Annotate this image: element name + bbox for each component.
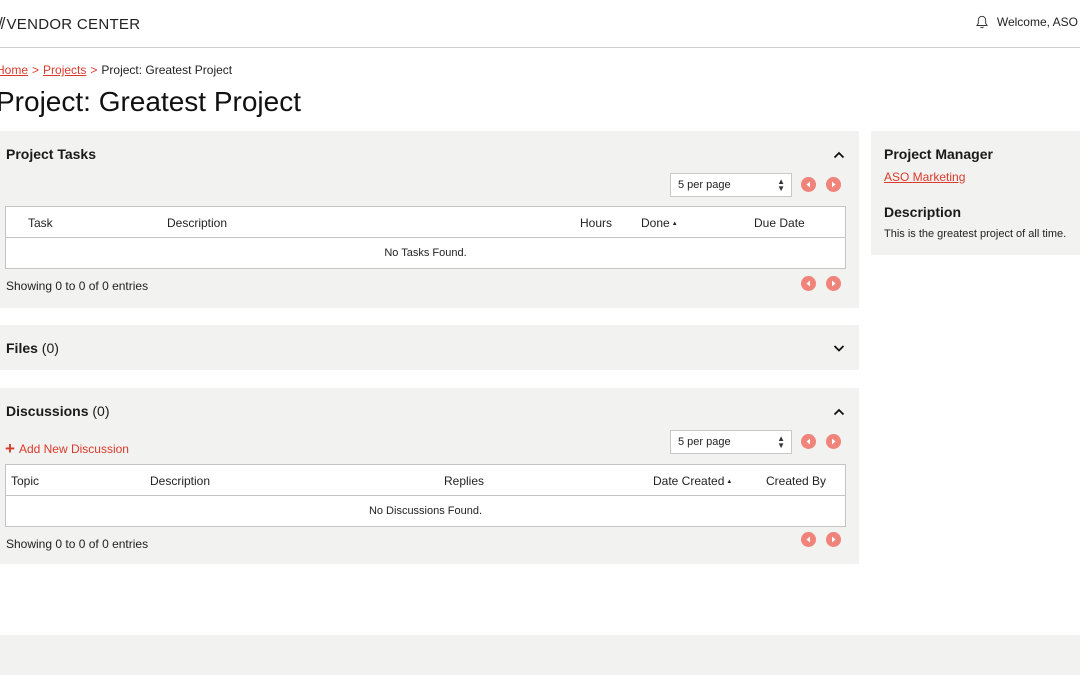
column-header-hours[interactable]: Hours	[580, 216, 612, 230]
discussions-panel: Discussions (0) + Add New Discussion 5 pe…	[0, 388, 859, 564]
previous-page-icon	[806, 438, 810, 445]
column-header-description[interactable]: Description	[150, 474, 210, 488]
files-panel-title: Files (0)	[6, 340, 59, 356]
column-header-due-date[interactable]: Due Date	[754, 216, 805, 230]
chevron-up-icon[interactable]	[833, 406, 845, 418]
discussions-empty-message: No Discussions Found.	[368, 505, 483, 517]
footer	[0, 635, 1080, 675]
breadcrumb-home-link[interactable]: Home	[0, 63, 28, 77]
discussions-per-page-select[interactable]: 5 per page ▲ ▼	[670, 430, 792, 454]
tasks-prev-page-button-bottom[interactable]	[801, 276, 816, 291]
next-page-icon	[832, 280, 836, 287]
discussions-panel-title: Discussions (0)	[6, 403, 110, 419]
bell-icon[interactable]	[975, 15, 989, 29]
discussions-prev-page-button-bottom[interactable]	[801, 532, 816, 547]
discussions-next-page-button[interactable]	[826, 434, 841, 449]
column-header-replies[interactable]: Replies	[444, 474, 484, 488]
brand-name: VENDOR CENTER	[6, 15, 141, 33]
column-header-done[interactable]: Done ▲	[641, 216, 678, 230]
sort-asc-icon: ▲	[671, 221, 678, 227]
files-panel[interactable]: Files (0)	[0, 325, 859, 370]
column-header-date-created[interactable]: Date Created ▲	[653, 474, 732, 488]
tasks-next-page-button-bottom[interactable]	[826, 276, 841, 291]
discussions-prev-page-button[interactable]	[801, 434, 816, 449]
add-new-discussion-link[interactable]: + Add New Discussion	[5, 439, 129, 458]
project-manager-link[interactable]: ASO Marketing	[884, 170, 965, 184]
discussions-table-header: Topic Description Replies Date Created ▲ …	[6, 465, 845, 496]
next-page-icon	[832, 438, 836, 445]
tasks-table-header: Task Description Hours Done ▲ Due Date	[6, 207, 845, 238]
breadcrumb-separator: >	[32, 63, 40, 77]
breadcrumb-current: Project: Greatest Project	[101, 63, 233, 77]
tasks-panel-title: Project Tasks	[6, 146, 97, 162]
tasks-panel: Project Tasks 5 per page ▲ ▼ Task Descrip…	[0, 131, 859, 308]
discussions-count: (0)	[92, 403, 110, 419]
column-header-task[interactable]: Task	[28, 216, 53, 230]
tasks-per-page-value: 5 per page	[678, 179, 731, 191]
discussions-per-page-value: 5 per page	[678, 436, 731, 448]
previous-page-icon	[806, 536, 810, 543]
previous-page-icon	[806, 280, 810, 287]
tasks-per-page-select[interactable]: 5 per page ▲ ▼	[670, 173, 792, 197]
welcome-text: Welcome, ASO	[996, 15, 1078, 29]
logo-icon: //	[0, 14, 6, 33]
discussions-table: Topic Description Replies Date Created ▲ …	[5, 464, 846, 527]
project-description: This is the greatest project of all time…	[884, 228, 1067, 240]
project-info-sidebar: Project Manager ASO Marketing Descriptio…	[871, 131, 1080, 255]
chevron-up-icon[interactable]	[833, 149, 845, 161]
top-bar: // VENDOR CENTER Welcome, ASO	[0, 0, 1080, 48]
select-arrows-icon: ▲ ▼	[777, 434, 785, 450]
discussions-next-page-button-bottom[interactable]	[826, 532, 841, 547]
page-title: Project: Greatest Project	[0, 86, 302, 117]
project-manager-heading: Project Manager	[884, 146, 993, 162]
next-page-icon	[832, 181, 836, 188]
breadcrumb: Home > Projects > Project: Greatest Project	[0, 63, 232, 77]
breadcrumb-separator: >	[90, 63, 98, 77]
logo[interactable]: // VENDOR CENTER	[0, 14, 140, 34]
files-count: (0)	[41, 340, 59, 356]
previous-page-icon	[806, 181, 810, 188]
tasks-empty-message: No Tasks Found.	[384, 247, 467, 259]
select-arrows-icon: ▲ ▼	[777, 177, 785, 193]
next-page-icon	[832, 536, 836, 543]
user-menu[interactable]: Welcome, ASO	[975, 15, 1078, 29]
tasks-prev-page-button[interactable]	[801, 177, 816, 192]
column-header-topic[interactable]: Topic	[11, 474, 39, 488]
description-heading: Description	[884, 204, 962, 220]
tasks-next-page-button[interactable]	[826, 177, 841, 192]
discussions-showing-entries: Showing 0 to 0 of 0 entries	[6, 537, 149, 551]
plus-icon: +	[5, 439, 15, 458]
column-header-created-by[interactable]: Created By	[766, 474, 826, 488]
tasks-showing-entries: Showing 0 to 0 of 0 entries	[6, 279, 149, 293]
tasks-table: Task Description Hours Done ▲ Due Date No…	[5, 206, 846, 269]
sort-asc-icon: ▲	[726, 479, 733, 485]
column-header-description[interactable]: Description	[167, 216, 227, 230]
chevron-down-icon[interactable]	[833, 342, 845, 354]
breadcrumb-projects-link[interactable]: Projects	[43, 63, 86, 77]
